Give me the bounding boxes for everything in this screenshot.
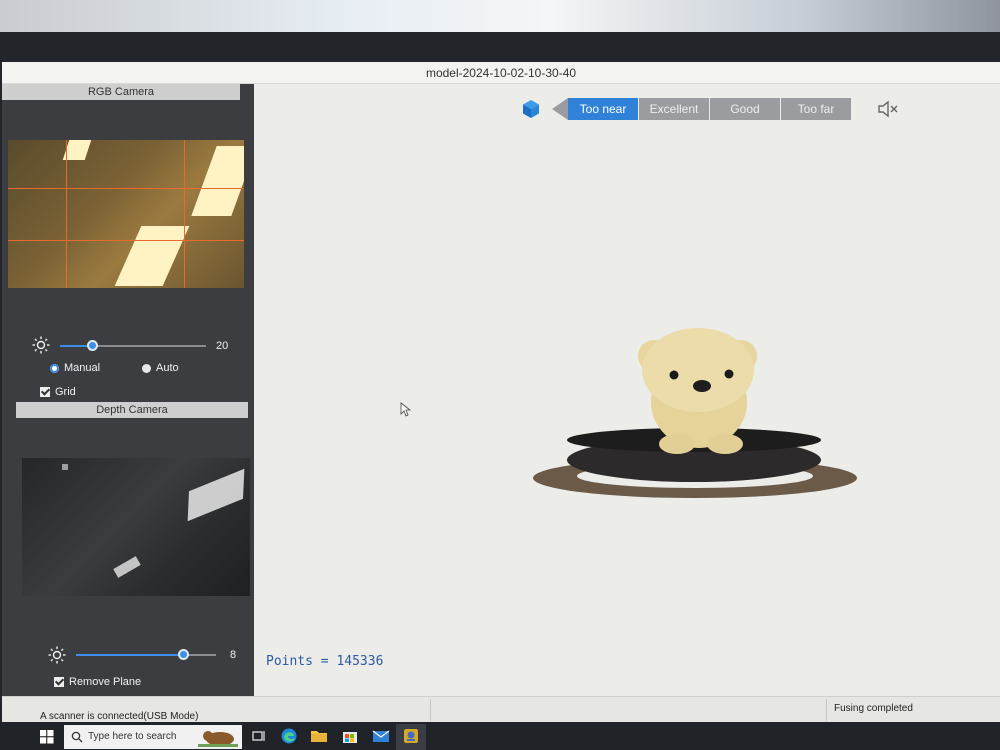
radio-unselected-icon bbox=[142, 363, 151, 373]
checkbox-checked-icon bbox=[40, 387, 50, 397]
rgb-brightness-thumb[interactable] bbox=[86, 340, 98, 351]
grid-line bbox=[184, 140, 185, 288]
search-highlight-bear-icon bbox=[198, 731, 238, 747]
grid-line bbox=[66, 140, 67, 288]
speaker-muted-icon[interactable] bbox=[876, 98, 900, 120]
mode-manual-label: Manual bbox=[64, 362, 101, 374]
depth-brightness-fill bbox=[76, 654, 184, 656]
status-divider bbox=[826, 699, 827, 721]
depth-highlight bbox=[113, 556, 141, 578]
depth-brightness-icon bbox=[48, 646, 66, 669]
grid-line bbox=[8, 188, 244, 189]
title-bar: model-2024-10-02-10-30-40 bbox=[2, 62, 1000, 84]
grid-label: Grid bbox=[55, 386, 76, 398]
distance-good: Good bbox=[710, 98, 780, 120]
mode-auto-radio[interactable]: Auto bbox=[142, 362, 179, 374]
3d-viewport[interactable]: Too near Excellent Good Too far Points =… bbox=[254, 84, 1000, 696]
remove-plane-checkbox[interactable]: Remove Plane bbox=[54, 676, 141, 688]
mouse-cursor-icon bbox=[400, 402, 412, 417]
status-divider bbox=[430, 699, 431, 721]
distance-excellent: Excellent bbox=[639, 98, 709, 120]
grid-line bbox=[8, 240, 244, 241]
mode-auto-label: Auto bbox=[156, 362, 179, 374]
rgb-camera-preview bbox=[8, 140, 244, 288]
ceiling-light bbox=[114, 226, 190, 286]
points-count-readout: Points = 145336 bbox=[266, 654, 384, 669]
search-icon bbox=[71, 731, 83, 743]
fusing-status: Fusing completed bbox=[834, 703, 913, 714]
sun-icon bbox=[32, 336, 50, 354]
depth-highlight bbox=[187, 468, 245, 522]
window-title: model-2024-10-02-10-30-40 bbox=[425, 66, 577, 80]
status-bar: A scanner is connected(USB Mode) Fusing … bbox=[2, 696, 1000, 722]
edge-icon[interactable] bbox=[280, 727, 298, 745]
cube-view-icon[interactable] bbox=[520, 98, 542, 120]
checkbox-checked-icon bbox=[54, 677, 64, 687]
depth-camera-header: Depth Camera bbox=[16, 402, 248, 418]
store-icon[interactable] bbox=[341, 727, 359, 745]
rgb-brightness-value: 20 bbox=[216, 340, 229, 352]
depth-brightness-thumb[interactable] bbox=[178, 649, 190, 660]
ceiling-light bbox=[191, 146, 244, 216]
grid-checkbox[interactable]: Grid bbox=[40, 386, 76, 398]
ceiling-light bbox=[62, 140, 92, 160]
depth-highlight bbox=[62, 464, 68, 470]
sun-icon bbox=[48, 646, 66, 664]
radio-selected-icon bbox=[50, 363, 59, 373]
rgb-camera-header: RGB Camera bbox=[2, 84, 240, 100]
camera-side-panel: RGB Camera 20 Manual Auto Grid Depth Cam… bbox=[2, 84, 254, 696]
search-placeholder: Type here to search bbox=[88, 731, 177, 742]
distance-too-near: Too near bbox=[568, 98, 638, 120]
distance-left-arrow-icon bbox=[552, 98, 568, 120]
windows-taskbar: Type here to search bbox=[0, 722, 1000, 750]
taskbar-search-box[interactable]: Type here to search bbox=[64, 725, 242, 749]
scanned-point-cloud-model bbox=[533, 328, 857, 498]
mode-manual-radio[interactable]: Manual bbox=[50, 362, 100, 374]
distance-indicator: Too near Excellent Good Too far bbox=[568, 98, 852, 120]
task-view-icon[interactable] bbox=[250, 727, 268, 745]
monitor-bezel bbox=[0, 32, 1000, 62]
rgb-brightness-icon bbox=[32, 336, 50, 359]
scanner-app-icon[interactable] bbox=[402, 727, 420, 745]
mail-icon[interactable] bbox=[372, 727, 390, 745]
depth-camera-preview bbox=[22, 458, 250, 596]
scanner-app-window: model-2024-10-02-10-30-40 RGB Camera 20 … bbox=[2, 62, 1000, 722]
windows-start-icon[interactable] bbox=[40, 730, 54, 744]
scanner-connection-status: A scanner is connected(USB Mode) bbox=[40, 711, 199, 722]
file-explorer-icon[interactable] bbox=[310, 727, 328, 745]
remove-plane-label: Remove Plane bbox=[69, 676, 142, 688]
depth-brightness-value: 8 bbox=[230, 649, 237, 661]
distance-too-far: Too far bbox=[781, 98, 851, 120]
